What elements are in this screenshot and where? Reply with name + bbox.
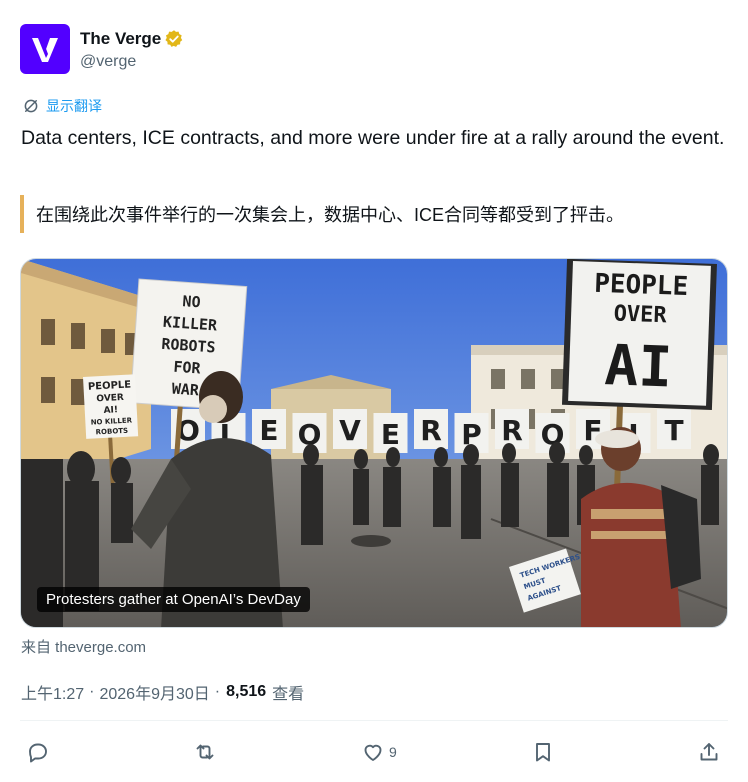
sign-left-word-3: ROBOTS bbox=[161, 335, 216, 357]
translation-text: 在围绕此次事件举行的一次集会上，数据中心、ICE合同等都受到了抨击。 bbox=[36, 205, 625, 225]
sign-small-word-1: PEOPLE bbox=[88, 379, 132, 392]
post-date[interactable]: 2026年9月30日 bbox=[99, 680, 209, 704]
reply-icon bbox=[29, 743, 47, 763]
action-bar: 9 bbox=[20, 736, 728, 768]
the-verge-logo-icon bbox=[32, 38, 58, 62]
letter-sign-text: E bbox=[381, 418, 400, 451]
translate-icon bbox=[24, 99, 38, 113]
share-icon bbox=[700, 743, 718, 761]
bookmark-button[interactable] bbox=[531, 736, 555, 768]
sign-left-word-2: KILLER bbox=[162, 313, 218, 335]
sign-small-word-2: OVER bbox=[96, 393, 124, 404]
meta-separator: · bbox=[89, 683, 95, 700]
sign-small-word-5: ROBOTS bbox=[95, 427, 128, 437]
reply-button[interactable] bbox=[26, 736, 50, 768]
view-count: 8,516 bbox=[226, 683, 267, 700]
sign-left-word-4: FOR bbox=[173, 358, 202, 378]
post-text: Data centers, ICE contracts, and more we… bbox=[21, 127, 725, 149]
translation-block: 在围绕此次事件举行的一次集会上，数据中心、ICE合同等都受到了抨击。 bbox=[20, 195, 728, 233]
post-time[interactable]: 上午1:27 bbox=[21, 680, 84, 704]
show-translation-label: 显示翻译 bbox=[46, 98, 102, 114]
letter-sign-text: E bbox=[259, 414, 278, 447]
letter-sign-text: T bbox=[664, 414, 683, 447]
protest-photo: OLEOVERPROFIT NO KILLER ROBOTS FOR WAR P… bbox=[21, 259, 727, 627]
meta-separator: · bbox=[214, 683, 221, 700]
sign-small-word-3: AI! bbox=[103, 405, 118, 416]
share-button[interactable] bbox=[697, 736, 721, 768]
show-translation-link[interactable]: 显示翻译 bbox=[22, 96, 102, 116]
post-header: The Verge @verge bbox=[20, 24, 184, 74]
post-photo[interactable]: OLEOVERPROFIT NO KILLER ROBOTS FOR WAR P… bbox=[20, 258, 728, 628]
source-link[interactable]: 来自 theverge.com bbox=[21, 636, 146, 657]
display-name[interactable]: The Verge bbox=[80, 29, 161, 49]
verified-badge-icon bbox=[165, 30, 183, 47]
like-count: 9 bbox=[389, 744, 397, 760]
heart-icon bbox=[364, 744, 382, 761]
post-meta: 上午1:27 · 2026年9月30日 · 8,516 查看 bbox=[21, 680, 304, 704]
divider bbox=[20, 720, 728, 721]
sign-big-word-2: OVER bbox=[613, 301, 668, 328]
avatar[interactable] bbox=[20, 24, 70, 74]
letter-sign-text: V bbox=[339, 414, 361, 447]
photo-caption: Protesters gather at OpenAI’s DevDay bbox=[37, 587, 310, 612]
sign-big-word-3: AI bbox=[604, 333, 674, 400]
letter-sign-text: R bbox=[420, 414, 442, 447]
handle[interactable]: @verge bbox=[80, 53, 184, 71]
sign-left-word-5: WAR bbox=[171, 380, 200, 400]
sign-big-word-1: PEOPLE bbox=[594, 269, 689, 302]
bookmark-icon bbox=[536, 743, 550, 762]
repost-button[interactable] bbox=[193, 736, 217, 768]
like-button[interactable]: 9 bbox=[361, 736, 397, 768]
sign-left-word-1: NO bbox=[182, 292, 201, 311]
view-count-label: 查看 bbox=[272, 686, 305, 703]
repost-icon bbox=[196, 744, 214, 760]
letter-sign-text: R bbox=[501, 414, 523, 447]
